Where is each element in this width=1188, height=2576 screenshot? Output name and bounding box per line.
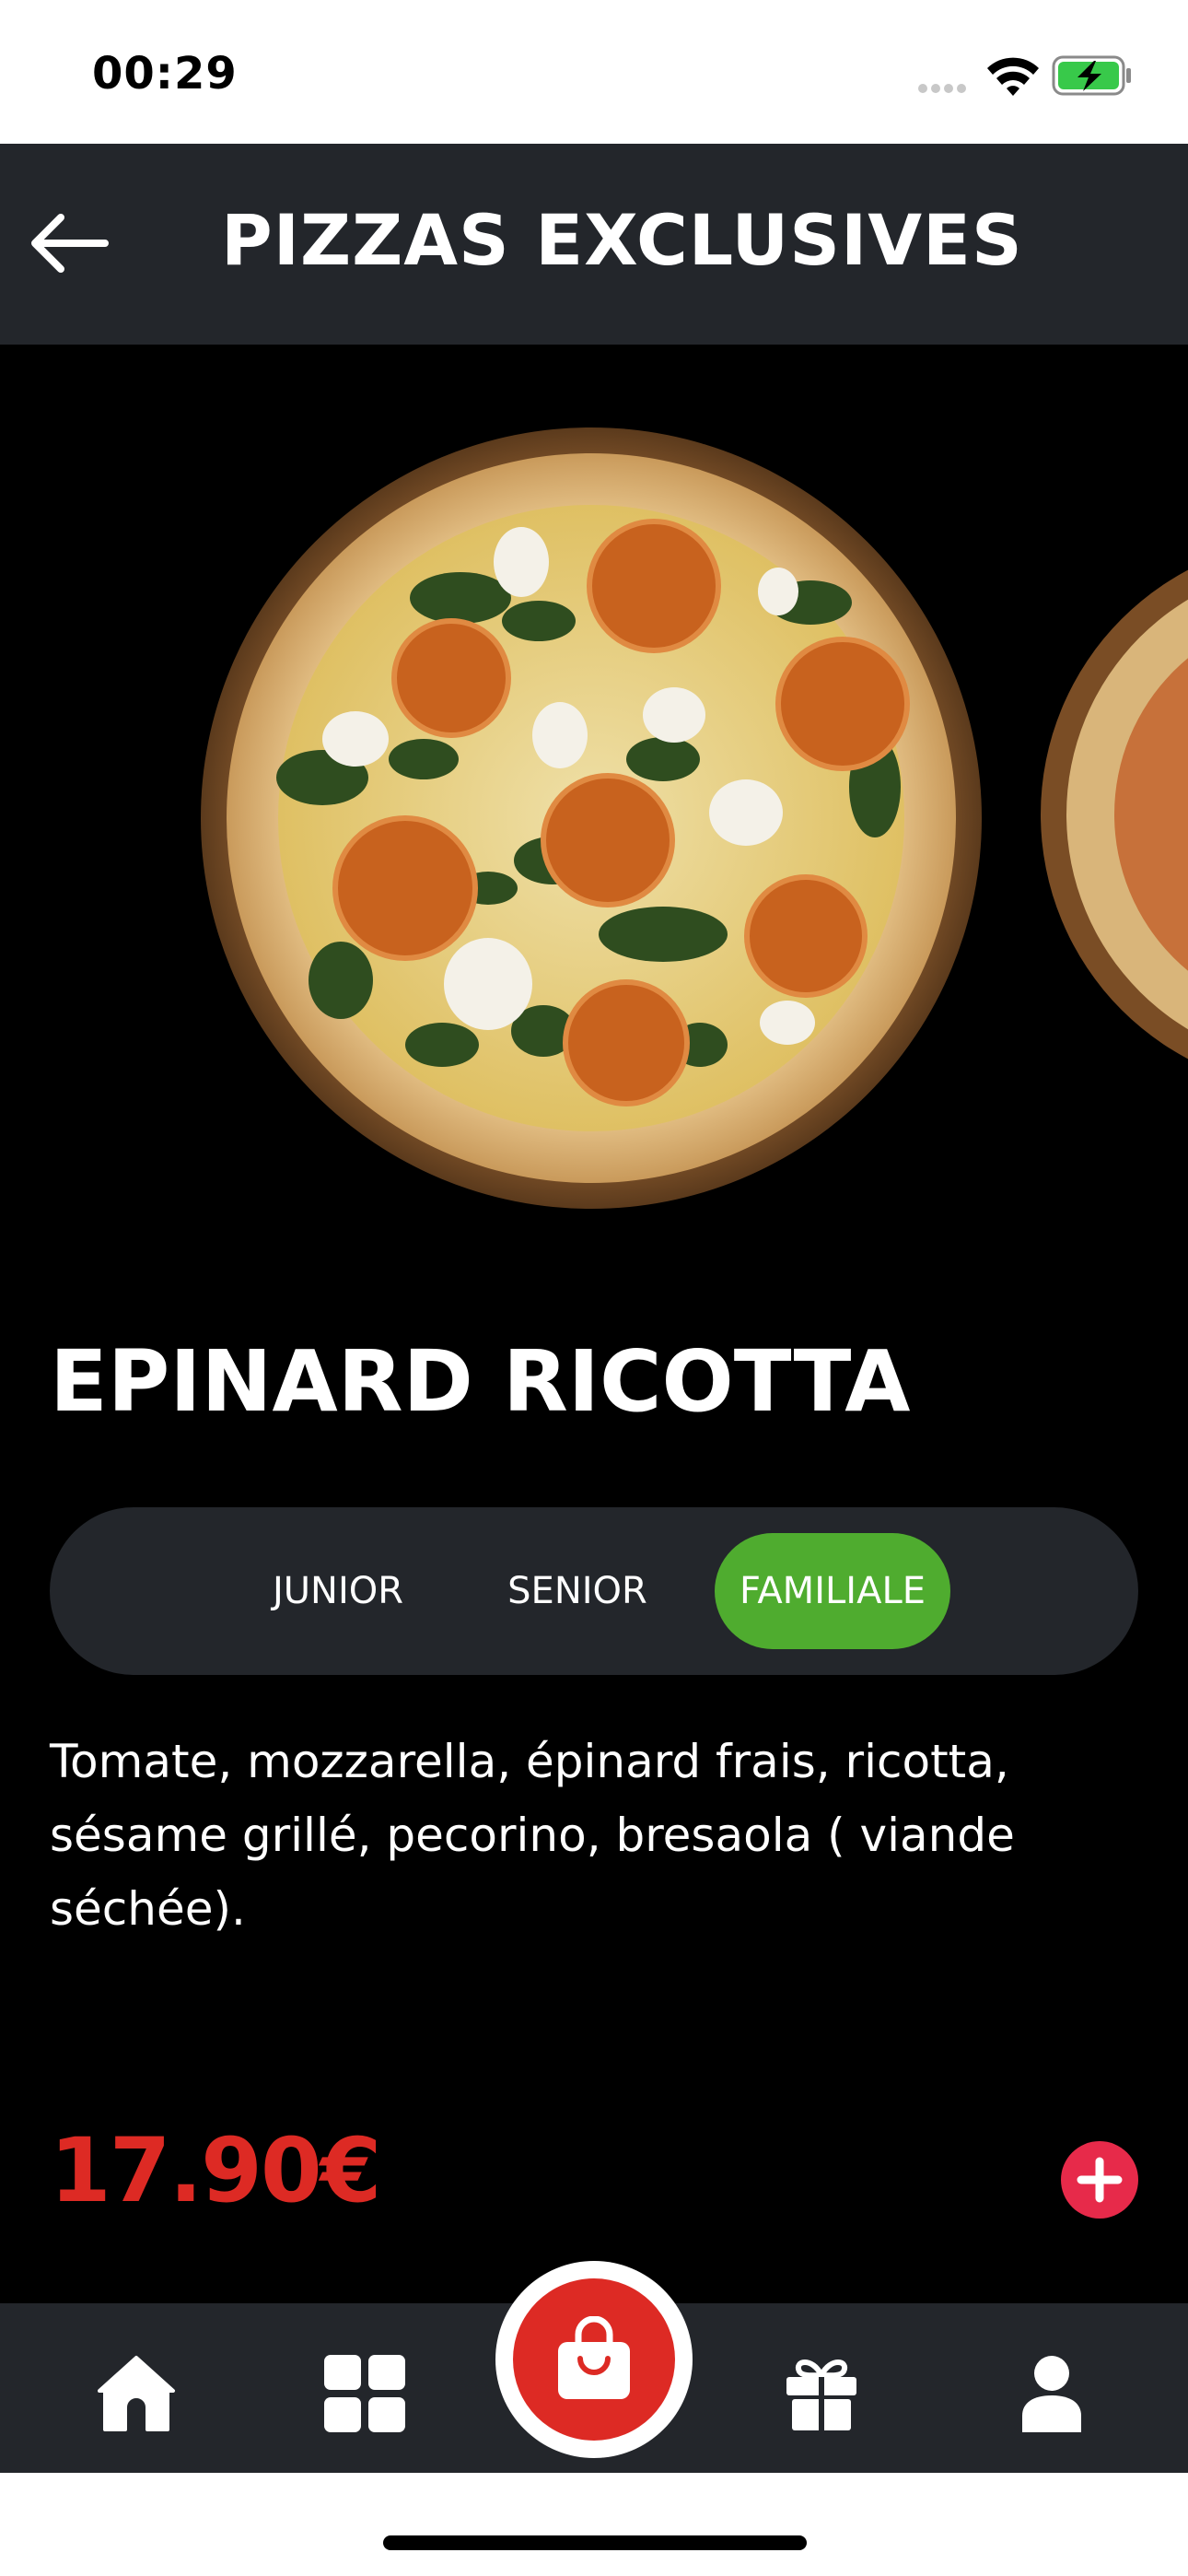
nav-home[interactable] xyxy=(90,2348,182,2440)
add-to-cart-button[interactable] xyxy=(1061,2141,1138,2219)
home-indicator[interactable] xyxy=(383,2535,807,2550)
page-title: PIZZAS EXCLUSIVES xyxy=(221,199,1023,281)
plus-icon xyxy=(1077,2157,1123,2203)
size-option-familiale[interactable]: FAMILIALE xyxy=(715,1533,950,1649)
nav-rewards[interactable] xyxy=(775,2348,868,2440)
pizza-image xyxy=(201,427,1188,1209)
size-option-junior[interactable]: JUNIOR xyxy=(250,1533,425,1649)
shopping-bag-icon xyxy=(558,2316,630,2399)
grid-icon xyxy=(324,2355,405,2432)
cart-button-inner xyxy=(513,2278,675,2441)
signal-icon xyxy=(918,84,966,93)
home-indicator-area xyxy=(0,2473,1188,2576)
back-button[interactable] xyxy=(22,197,114,289)
product-description: Tomate, mozzarella, épinard frais, ricot… xyxy=(50,1735,1015,1936)
cart-button[interactable] xyxy=(495,2261,693,2458)
size-selector: JUNIOR SENIOR FAMILIALE xyxy=(50,1507,1138,1675)
status-bar: 00:29 xyxy=(0,0,1188,144)
gift-icon xyxy=(786,2359,856,2430)
product-price: 17.90€ xyxy=(50,2119,381,2222)
battery-charging-icon xyxy=(1052,55,1131,96)
wifi-icon xyxy=(987,57,1039,96)
nav-profile[interactable] xyxy=(1006,2348,1098,2440)
arrow-left-icon xyxy=(31,214,109,273)
nav-menu[interactable] xyxy=(319,2348,411,2440)
app-header: PIZZAS EXCLUSIVES xyxy=(0,144,1188,345)
product-image-carousel[interactable] xyxy=(0,345,1188,1266)
status-time: 00:29 xyxy=(92,48,238,100)
size-option-senior[interactable]: SENIOR xyxy=(490,1533,665,1649)
product-name: EPINARD RICOTTA xyxy=(50,1332,911,1431)
home-icon xyxy=(98,2356,175,2431)
status-icons xyxy=(915,52,1136,100)
user-icon xyxy=(1022,2356,1081,2432)
